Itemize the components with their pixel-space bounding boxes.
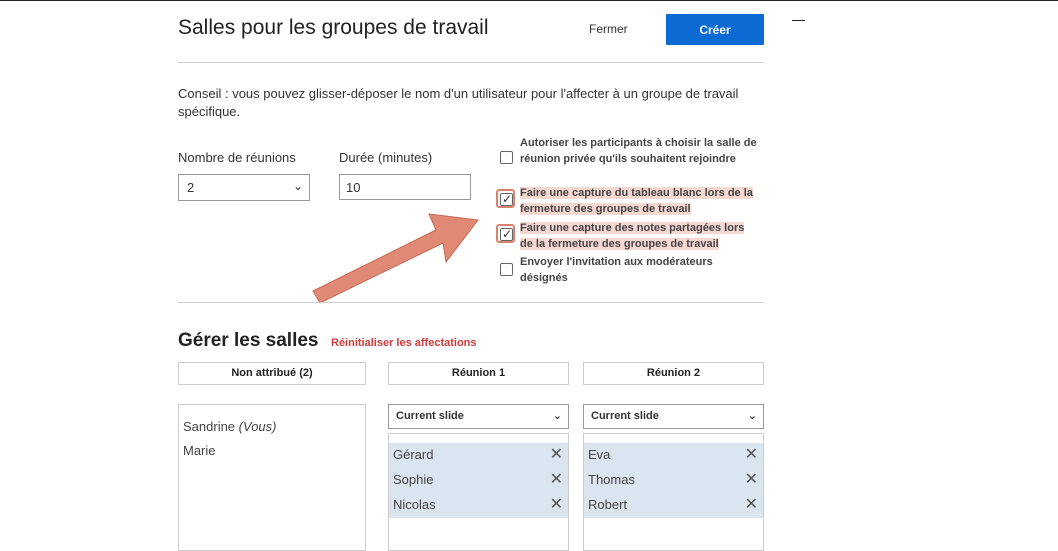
- reset-assignments-link[interactable]: Réinitialiser les affectations: [331, 337, 477, 349]
- unassigned-list[interactable]: Sandrine (Vous) Marie: [178, 404, 366, 551]
- meeting1-list[interactable]: Gérard ✕ Sophie ✕ Nicolas ✕: [388, 433, 569, 551]
- list-item[interactable]: Nicolas ✕: [389, 493, 568, 518]
- meeting2-header: Réunion 2: [583, 362, 764, 385]
- remove-icon[interactable]: ✕: [550, 494, 563, 514]
- chevron-down-icon: ⌄: [747, 410, 757, 422]
- divider: [178, 302, 764, 303]
- list-item[interactable]: Eva ✕: [584, 443, 763, 468]
- user-item[interactable]: Marie: [183, 443, 216, 458]
- list-item[interactable]: Thomas ✕: [584, 468, 763, 493]
- meeting1-header: Réunion 1: [388, 362, 569, 385]
- list-item[interactable]: Robert ✕: [584, 493, 763, 518]
- unassigned-header: Non attribué (2): [178, 362, 366, 385]
- user-item[interactable]: Sandrine (Vous): [183, 419, 276, 434]
- meeting1-slide-select[interactable]: Current slide ⌄: [388, 404, 569, 429]
- remove-icon[interactable]: ✕: [745, 469, 758, 489]
- meeting2-slide-select[interactable]: Current slide ⌄: [583, 404, 764, 429]
- list-item[interactable]: Gérard ✕: [389, 443, 568, 468]
- manage-rooms-heading: Gérer les salles: [178, 330, 319, 351]
- list-item[interactable]: Sophie ✕: [389, 468, 568, 493]
- chevron-down-icon: ⌄: [552, 410, 562, 422]
- remove-icon[interactable]: ✕: [745, 494, 758, 514]
- remove-icon[interactable]: ✕: [745, 444, 758, 464]
- remove-icon[interactable]: ✕: [550, 444, 563, 464]
- remove-icon[interactable]: ✕: [550, 469, 563, 489]
- meeting2-list[interactable]: Eva ✕ Thomas ✕ Robert ✕: [583, 433, 764, 551]
